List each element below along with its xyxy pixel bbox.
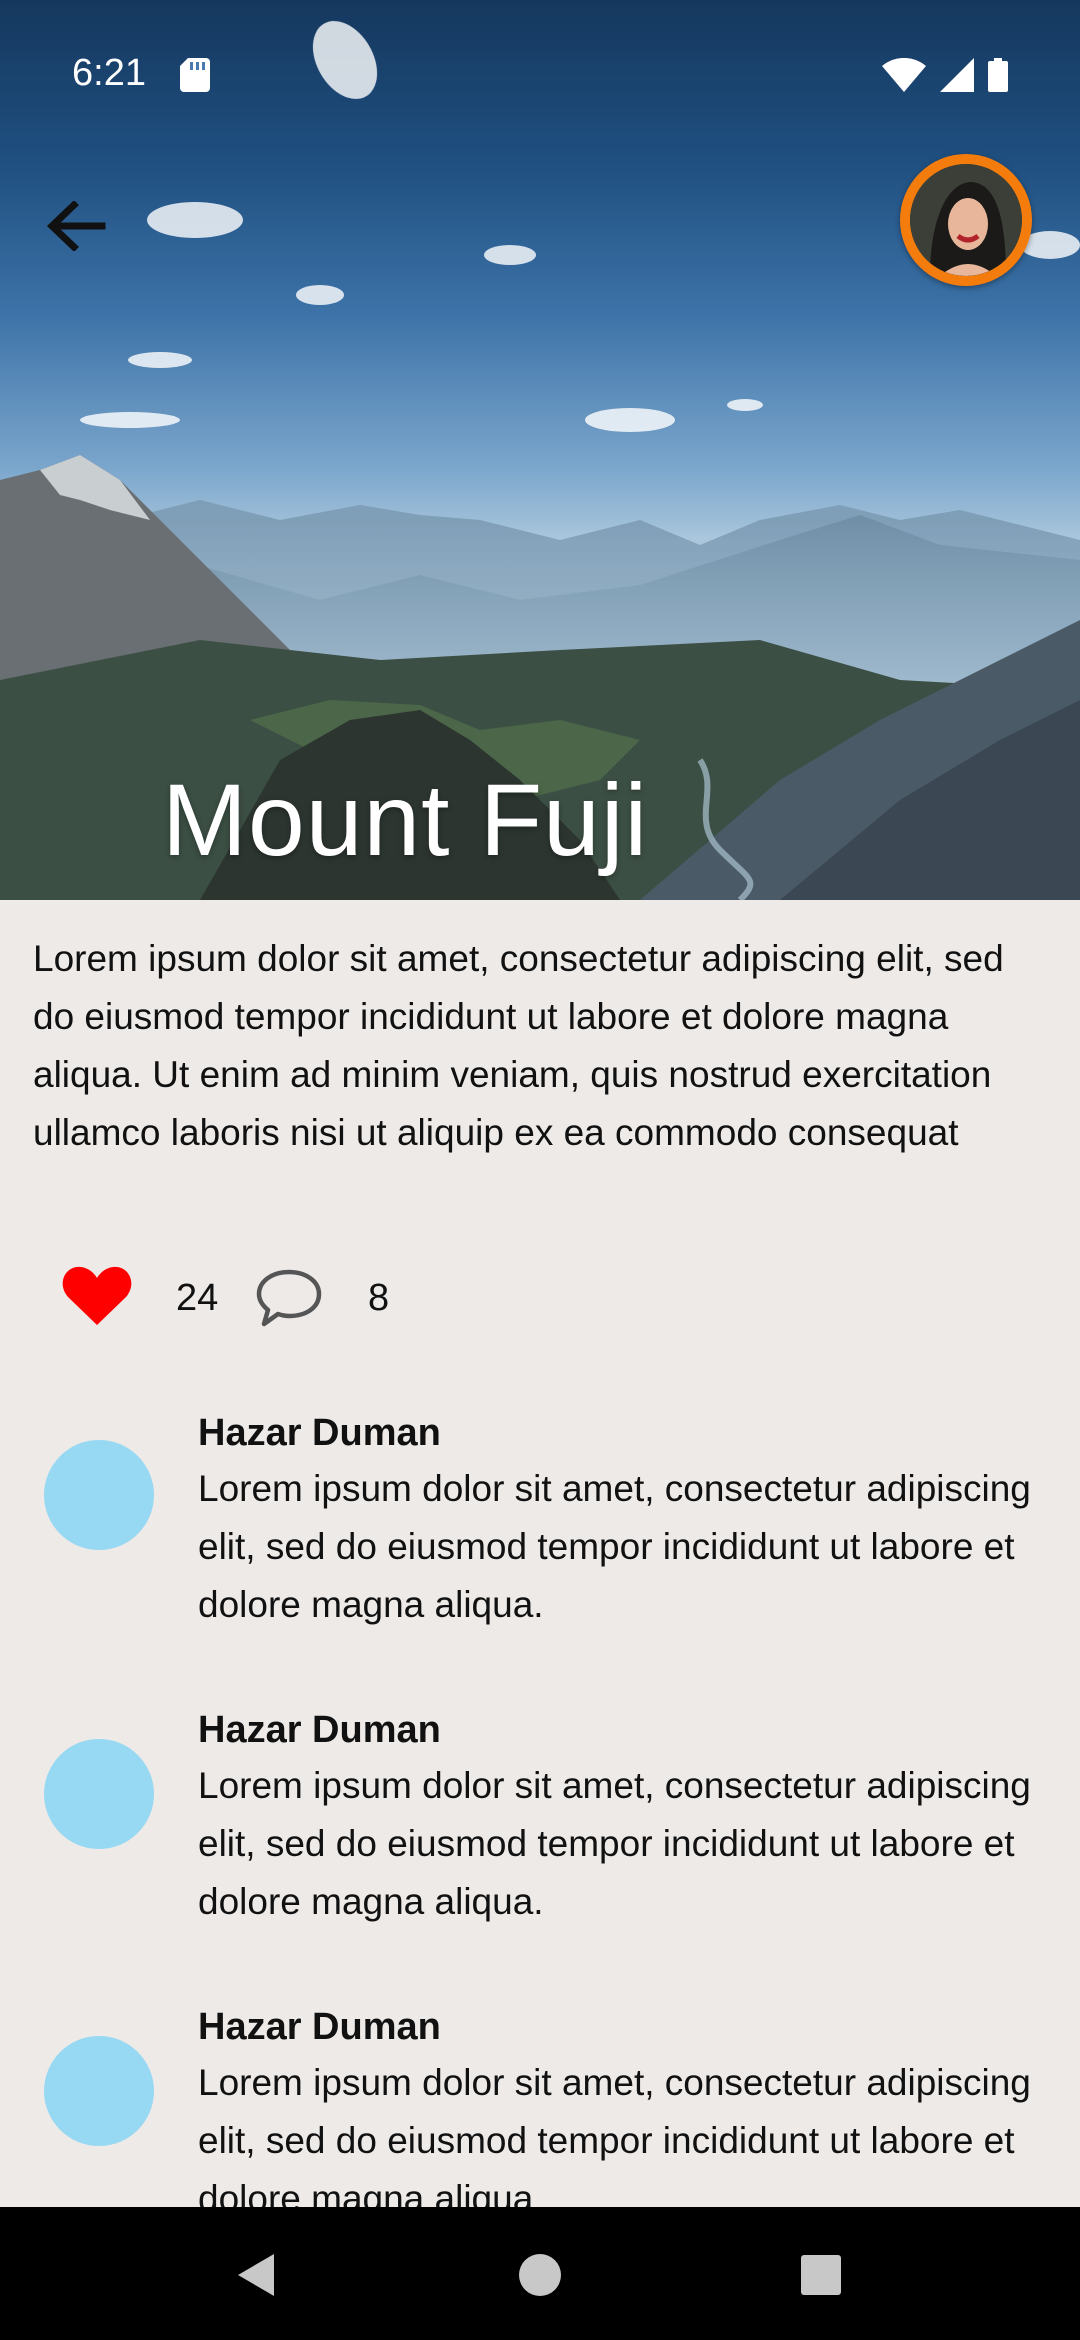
battery-icon xyxy=(988,58,1008,92)
comment-item: Hazar Duman Lorem ipsum dolor sit amet, … xyxy=(0,1412,1080,1672)
comment-author: Hazar Duman xyxy=(198,1709,441,1751)
profile-avatar[interactable] xyxy=(900,154,1032,286)
comment-text: Lorem ipsum dolor sit amet, consectetur … xyxy=(198,1765,1031,1922)
status-time: 6:21 xyxy=(72,52,146,94)
triangle-back-icon xyxy=(238,2254,274,2296)
comments-count: 8 xyxy=(368,1277,390,1319)
system-nav-bar xyxy=(0,2207,1080,2340)
signal-icon xyxy=(940,58,974,92)
nav-home-button[interactable] xyxy=(510,2245,570,2305)
comment-avatar[interactable] xyxy=(44,2036,154,2146)
square-recents-icon xyxy=(801,2255,841,2295)
nav-back-button[interactable] xyxy=(226,2245,286,2305)
comment-avatar[interactable] xyxy=(44,1739,154,1849)
status-bar: 6:21 xyxy=(0,0,1080,150)
avatar-photo xyxy=(910,164,1022,276)
comment-author: Hazar Duman xyxy=(198,2006,441,2048)
wifi-icon xyxy=(882,58,926,92)
comment-item: Hazar Duman Lorem ipsum dolor sit amet, … xyxy=(0,1709,1080,1969)
heart-icon[interactable] xyxy=(62,1265,132,1327)
comment-text: Lorem ipsum dolor sit amet, consectetur … xyxy=(198,2062,1031,2207)
back-button[interactable] xyxy=(38,188,114,264)
comment-item: Hazar Duman Lorem ipsum dolor sit amet, … xyxy=(0,2006,1080,2207)
post-description: Lorem ipsum dolor sit amet, consectetur … xyxy=(33,938,1004,1153)
post-title: Mount Fuji xyxy=(162,763,649,877)
sd-card-icon xyxy=(180,58,210,92)
post-stats: 24 8 xyxy=(62,1265,562,1335)
circle-home-icon xyxy=(519,2254,561,2296)
speech-bubble-icon[interactable] xyxy=(254,1267,324,1329)
likes-count: 24 xyxy=(176,1277,219,1319)
hero-image: 6:21 Mount Fuji xyxy=(0,0,1080,900)
arrow-left-icon xyxy=(46,201,106,251)
nav-recents-button[interactable] xyxy=(791,2245,851,2305)
comment-text: Lorem ipsum dolor sit amet, consectetur … xyxy=(198,1468,1031,1625)
comment-avatar[interactable] xyxy=(44,1440,154,1550)
comment-author: Hazar Duman xyxy=(198,1412,441,1454)
